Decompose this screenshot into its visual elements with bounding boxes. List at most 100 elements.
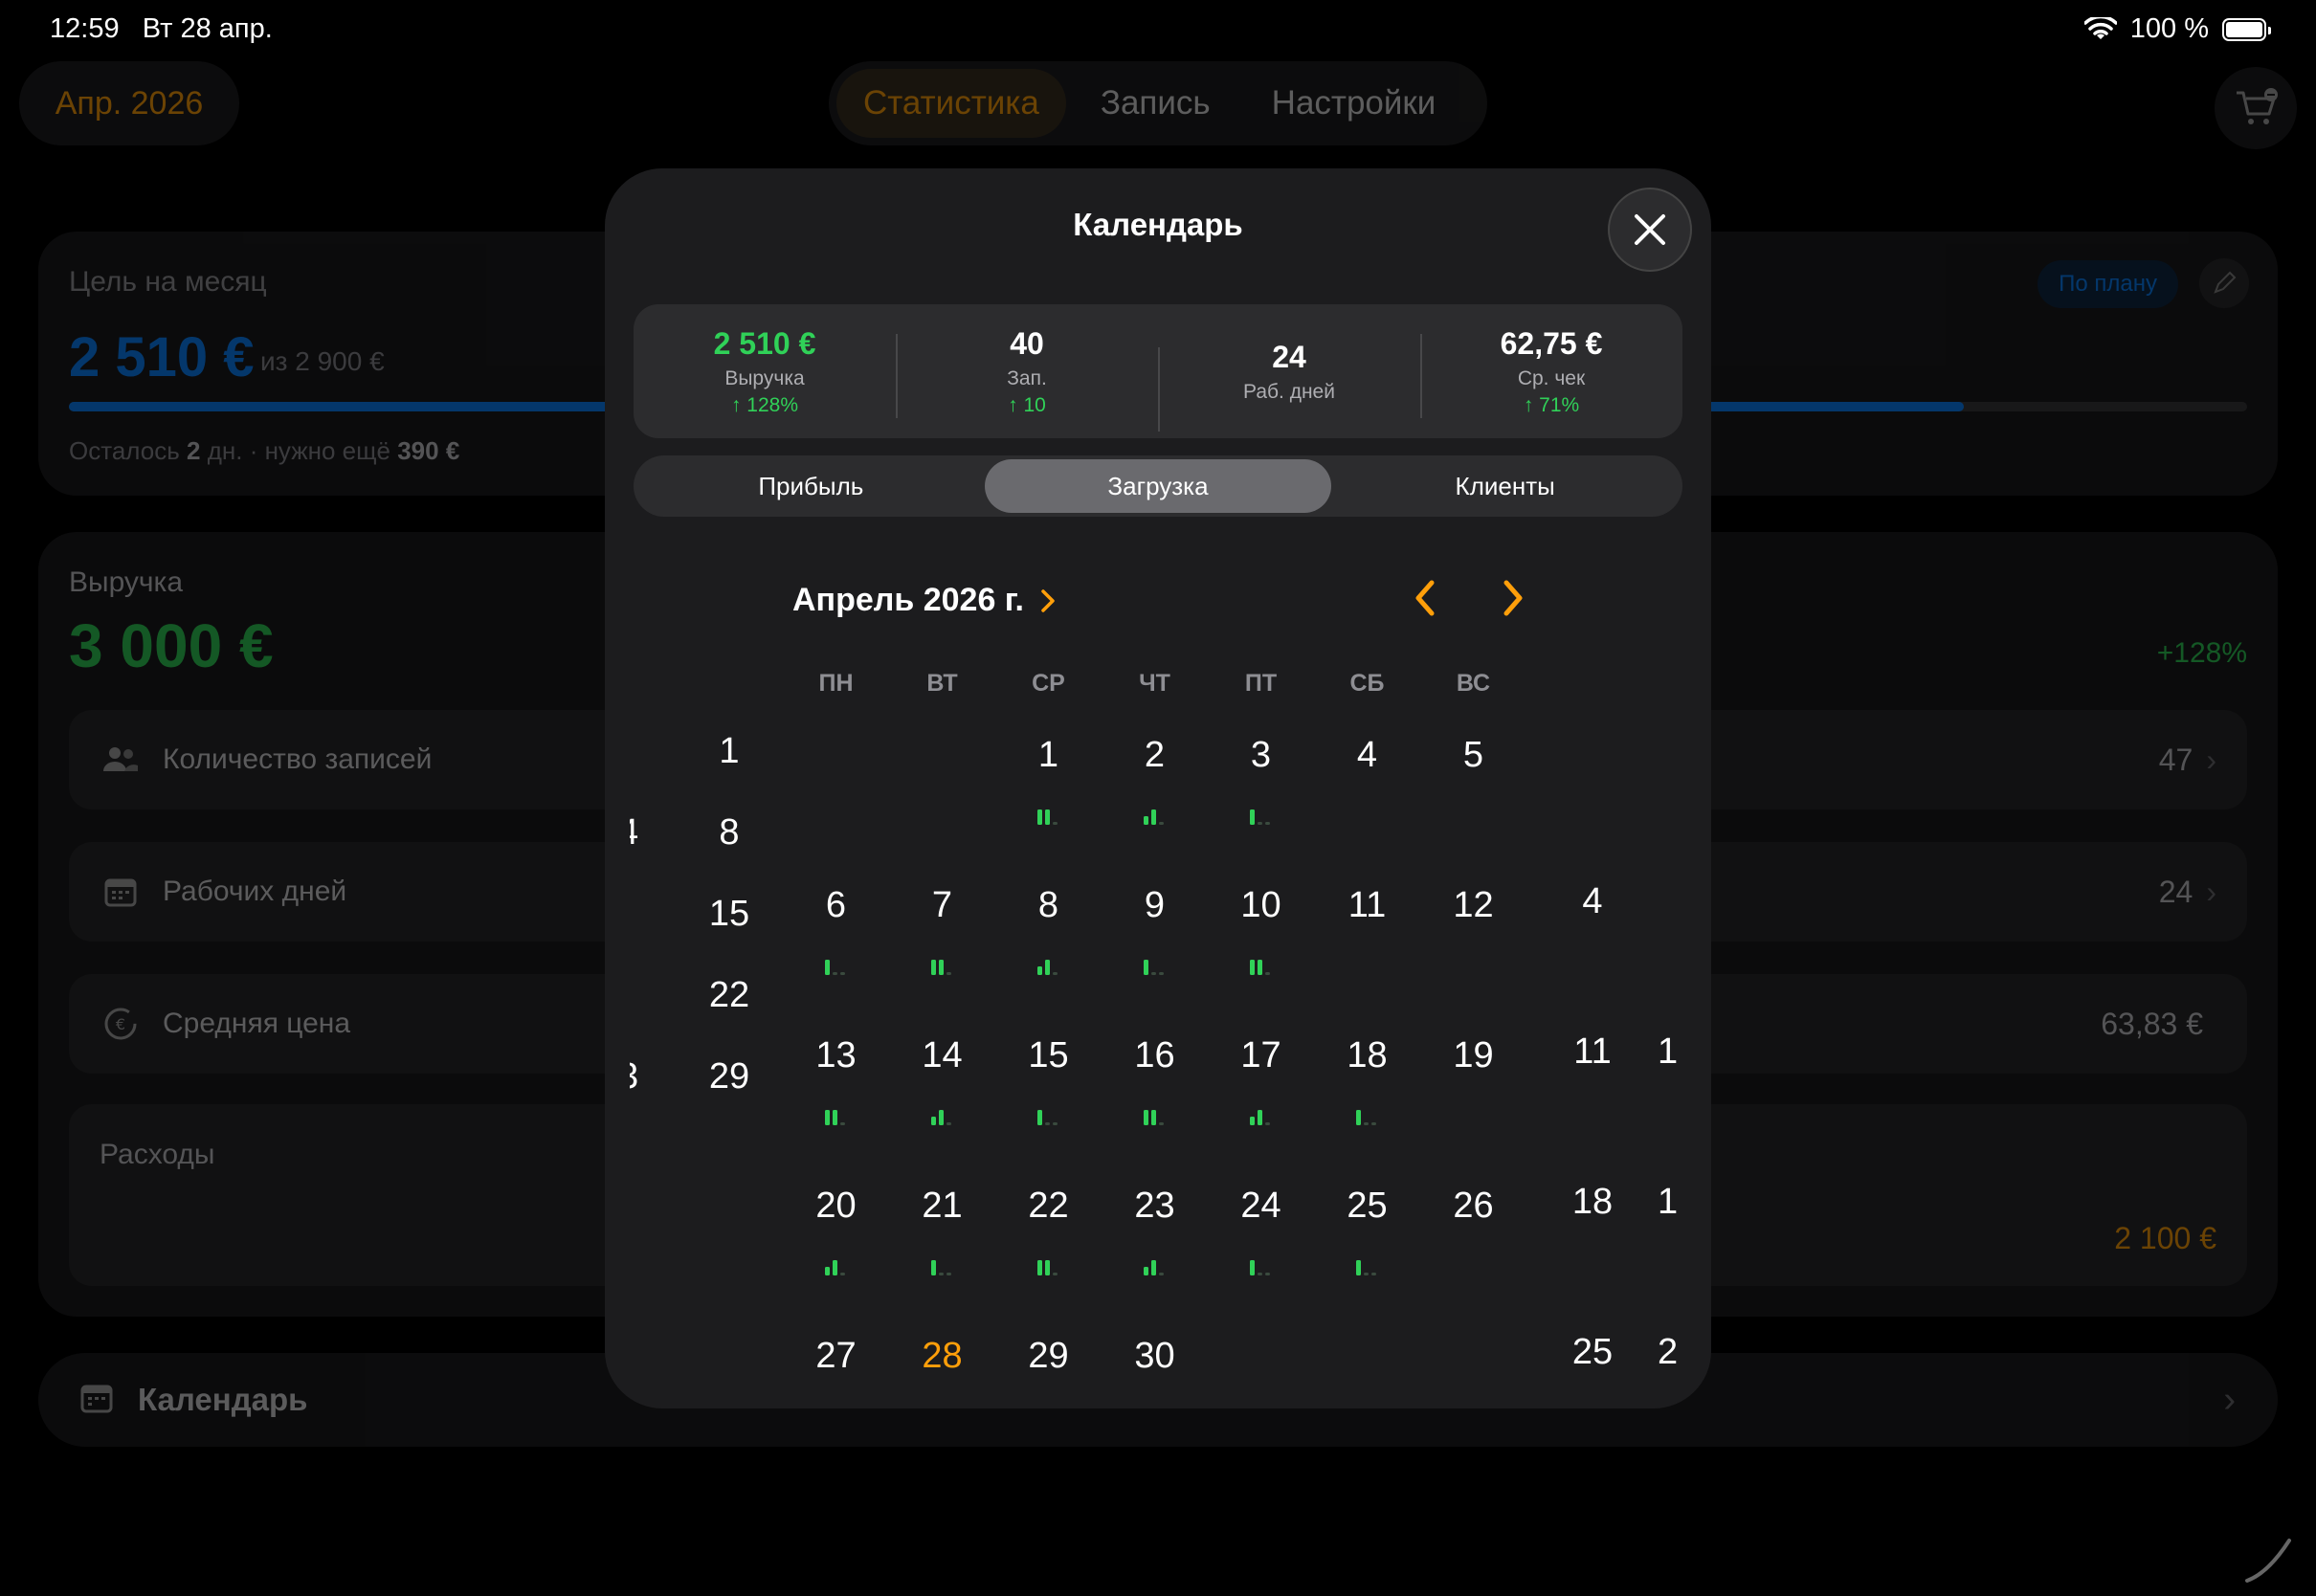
day-cell[interactable]: 20 xyxy=(783,1182,889,1332)
day-number: 20 xyxy=(815,1186,857,1226)
month-navigation xyxy=(1405,574,1533,622)
day-number: 14 xyxy=(922,1035,963,1075)
day-number: 17 xyxy=(1240,1035,1281,1075)
today-day-number: 28 xyxy=(922,1336,963,1376)
day-cell[interactable]: 1 xyxy=(995,731,1102,881)
day-cell[interactable]: 19 xyxy=(1420,1031,1526,1182)
goal-remaining: Осталось 2 дн. · нужно ещё 390 € xyxy=(69,436,460,465)
load-bar xyxy=(1249,960,1255,975)
cart-button[interactable] xyxy=(2215,67,2297,149)
day-cell[interactable]: 5 xyxy=(1420,731,1526,881)
tab-0[interactable]: Статистика xyxy=(836,69,1066,138)
day-cell[interactable]: 4 xyxy=(1314,731,1420,881)
load-indicator-icon xyxy=(1143,1110,1164,1125)
load-bar xyxy=(1143,960,1148,975)
day-cell[interactable]: 29 xyxy=(995,1332,1102,1408)
day-cell[interactable]: 23 xyxy=(1102,1182,1208,1332)
ghost-day-number: 4 xyxy=(1582,881,1603,921)
load-bar xyxy=(1036,1260,1042,1275)
day-cell[interactable]: 24 xyxy=(1208,1182,1314,1332)
chevron-right-icon: › xyxy=(2206,874,2216,909)
day-cell[interactable]: 9 xyxy=(1102,881,1208,1031)
day-number: 10 xyxy=(1240,885,1281,925)
day-cell[interactable]: 12 xyxy=(1420,881,1526,1031)
day-cell[interactable]: 3 xyxy=(1208,731,1314,881)
scroll-indicator-icon xyxy=(2245,1539,2291,1583)
next-month-button[interactable] xyxy=(1493,574,1533,622)
segment-0[interactable]: Прибыль xyxy=(637,459,985,513)
load-bar xyxy=(1036,809,1042,825)
modal-title: Календарь xyxy=(1073,207,1243,242)
tab-1[interactable]: Запись xyxy=(1074,69,1237,138)
weekday-label: СР xyxy=(1032,670,1065,697)
day-cell[interactable]: 16 xyxy=(1102,1031,1208,1182)
day-cell[interactable]: 27 xyxy=(783,1332,889,1408)
load-bar xyxy=(839,1122,845,1125)
ghost-cut-digit: 1 xyxy=(1658,1031,1677,1072)
load-indicator-icon xyxy=(1036,809,1058,825)
weekday-label: ПН xyxy=(818,670,854,697)
ghost-week-number: 15 xyxy=(708,894,750,934)
day-number: 24 xyxy=(1240,1186,1281,1226)
day-cell[interactable]: 6 xyxy=(783,881,889,1031)
day-number: 11 xyxy=(1347,885,1387,925)
day-cell[interactable]: 11 xyxy=(1314,881,1420,1031)
segment-1[interactable]: Загрузка xyxy=(984,459,1332,513)
day-cell[interactable]: 15 xyxy=(995,1031,1102,1182)
chevron-right-icon xyxy=(1041,588,1055,612)
ghost-day-number: 18 xyxy=(1571,1182,1614,1222)
close-button[interactable] xyxy=(1608,188,1692,272)
load-bar xyxy=(938,1110,944,1125)
load-indicator-icon xyxy=(1355,1110,1376,1125)
day-number: 6 xyxy=(825,885,847,925)
cart-icon xyxy=(2237,88,2278,124)
weekday-header: ПН ВТ СР ЧТ ПТ СБ ВС xyxy=(783,670,1526,698)
day-cell[interactable]: 14 xyxy=(889,1031,995,1182)
ghost-cut-digit: 2 xyxy=(1658,1332,1677,1372)
load-indicator-icon xyxy=(1355,1260,1376,1275)
load-bar xyxy=(1044,960,1050,975)
stat-label: Зап. xyxy=(1007,366,1047,389)
day-cell[interactable]: 13 xyxy=(783,1031,889,1182)
day-number: 21 xyxy=(922,1186,963,1226)
day-cell[interactable]: 25 xyxy=(1314,1182,1420,1332)
day-cell[interactable]: 26 xyxy=(1420,1182,1526,1332)
day-cell[interactable]: 2 xyxy=(1102,731,1208,881)
ghost-week-number: 8 xyxy=(719,812,740,853)
previous-month-button[interactable] xyxy=(1405,574,1445,622)
day-cell[interactable]: 28 xyxy=(889,1332,995,1408)
goal-amount: 2 510 € xyxy=(69,326,255,388)
revenue-title: Выручка xyxy=(69,566,184,598)
day-number: 30 xyxy=(1134,1336,1175,1376)
load-indicator-icon xyxy=(930,960,951,975)
day-cell[interactable]: 7 xyxy=(889,881,995,1031)
tab-2[interactable]: Настройки xyxy=(1245,69,1463,138)
stat-value: 40 xyxy=(1010,325,1044,361)
day-cell[interactable]: 17 xyxy=(1208,1031,1314,1182)
load-bar xyxy=(1150,809,1156,825)
day-number: 27 xyxy=(815,1336,857,1376)
load-bar xyxy=(1249,809,1255,825)
day-cell[interactable]: 21 xyxy=(889,1182,995,1332)
empty-cell xyxy=(889,731,995,881)
day-cell[interactable]: 18 xyxy=(1314,1031,1420,1182)
load-bar xyxy=(1264,1273,1270,1275)
month-picker-button[interactable]: Апр. 2026 xyxy=(19,61,239,145)
load-bar xyxy=(824,960,830,975)
chevron-left-icon xyxy=(1415,580,1435,616)
day-number: 19 xyxy=(1453,1035,1494,1075)
day-cell[interactable]: 8 xyxy=(995,881,1102,1031)
load-indicator-icon xyxy=(824,1110,845,1125)
day-cell[interactable]: 10 xyxy=(1208,881,1314,1031)
day-number: 3 xyxy=(1250,735,1272,775)
day-number: 16 xyxy=(1134,1035,1175,1075)
edit-goal-button[interactable] xyxy=(2199,258,2249,308)
load-bar xyxy=(1052,1122,1058,1125)
month-selector[interactable]: Апрель 2026 г. xyxy=(792,582,1057,619)
load-indicator-icon xyxy=(930,1110,951,1125)
segment-2[interactable]: Клиенты xyxy=(1331,459,1679,513)
day-cell[interactable]: 30 xyxy=(1102,1332,1208,1408)
load-bar xyxy=(1363,1273,1369,1275)
ghost-week-number: 22 xyxy=(708,975,750,1015)
day-cell[interactable]: 22 xyxy=(995,1182,1102,1332)
